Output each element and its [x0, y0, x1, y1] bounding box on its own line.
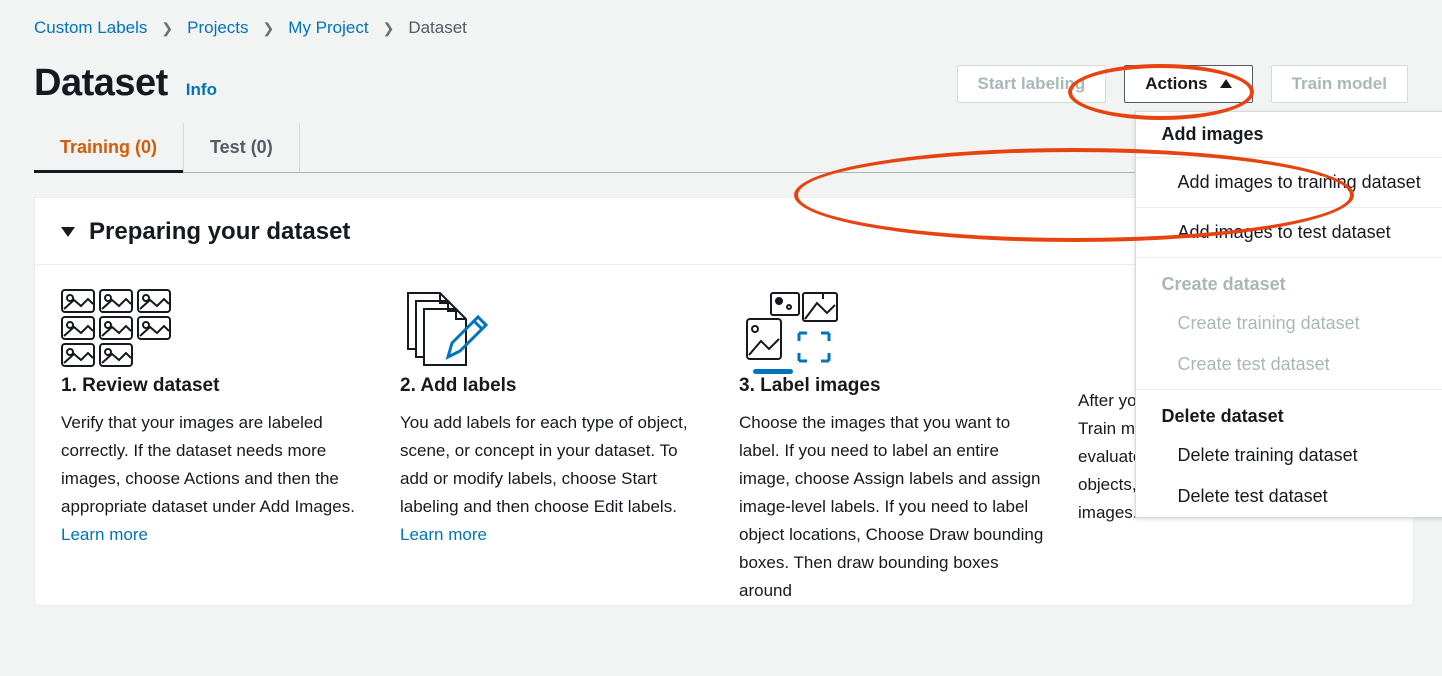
divider [1136, 257, 1442, 258]
breadcrumb-current: Dataset [408, 18, 467, 38]
chevron-right-icon: ❯ [263, 20, 275, 37]
page-header: Dataset Info Start labeling Actions Trai… [0, 38, 1442, 123]
page-title: Dataset [34, 62, 168, 105]
breadcrumb-custom-labels[interactable]: Custom Labels [34, 18, 147, 38]
learn-more-link[interactable]: Learn more [400, 525, 487, 544]
divider [1136, 207, 1442, 208]
dropdown-section-create-dataset: Create dataset [1136, 262, 1442, 303]
dropdown-add-images-training[interactable]: Add images to training dataset [1136, 162, 1442, 203]
documents-pencil-icon [400, 289, 709, 375]
step-title: 2. Add labels [400, 375, 709, 397]
images-grid-icon [61, 289, 370, 375]
step-body: Verify that your images are labeled corr… [61, 409, 370, 549]
step-title: 3. Label images [739, 375, 1048, 397]
tab-training[interactable]: Training (0) [34, 123, 184, 172]
panel-title: Preparing your dataset [89, 218, 350, 246]
step-body: Choose the images that you want to label… [739, 409, 1048, 605]
train-model-button[interactable]: Train model [1271, 65, 1408, 103]
dropdown-create-test: Create test dataset [1136, 344, 1442, 385]
chevron-right-icon: ❯ [383, 20, 395, 37]
breadcrumb-projects[interactable]: Projects [187, 18, 248, 38]
dropdown-create-training: Create training dataset [1136, 303, 1442, 344]
step-title: 1. Review dataset [61, 375, 370, 397]
dropdown-section-add-images: Add images [1136, 112, 1442, 153]
dropdown-delete-training[interactable]: Delete training dataset [1136, 435, 1442, 476]
actions-dropdown: Add images Add images to training datase… [1135, 111, 1442, 518]
start-labeling-button[interactable]: Start labeling [957, 65, 1107, 103]
chevron-right-icon: ❯ [161, 20, 173, 37]
step-label-images: 3. Label images Choose the images that y… [739, 289, 1048, 605]
divider [1136, 389, 1442, 390]
divider [1136, 157, 1442, 158]
caret-down-icon[interactable] [61, 227, 75, 237]
learn-more-link[interactable]: Learn more [61, 525, 148, 544]
dropdown-add-images-test[interactable]: Add images to test dataset [1136, 212, 1442, 253]
dropdown-section-delete-dataset: Delete dataset [1136, 394, 1442, 435]
dropdown-delete-test[interactable]: Delete test dataset [1136, 476, 1442, 517]
info-link[interactable]: Info [186, 80, 217, 100]
label-images-icon [739, 289, 1048, 375]
actions-button-label: Actions [1145, 74, 1207, 94]
breadcrumb: Custom Labels ❯ Projects ❯ My Project ❯ … [0, 0, 1442, 38]
breadcrumb-my-project[interactable]: My Project [288, 18, 368, 38]
tab-test[interactable]: Test (0) [184, 123, 300, 172]
step-add-labels: 2. Add labels You add labels for each ty… [400, 289, 709, 605]
step-review-dataset: 1. Review dataset Verify that your image… [61, 289, 370, 605]
actions-button[interactable]: Actions [1124, 65, 1252, 103]
triangle-up-icon [1220, 79, 1232, 88]
step-body: You add labels for each type of object, … [400, 409, 709, 549]
